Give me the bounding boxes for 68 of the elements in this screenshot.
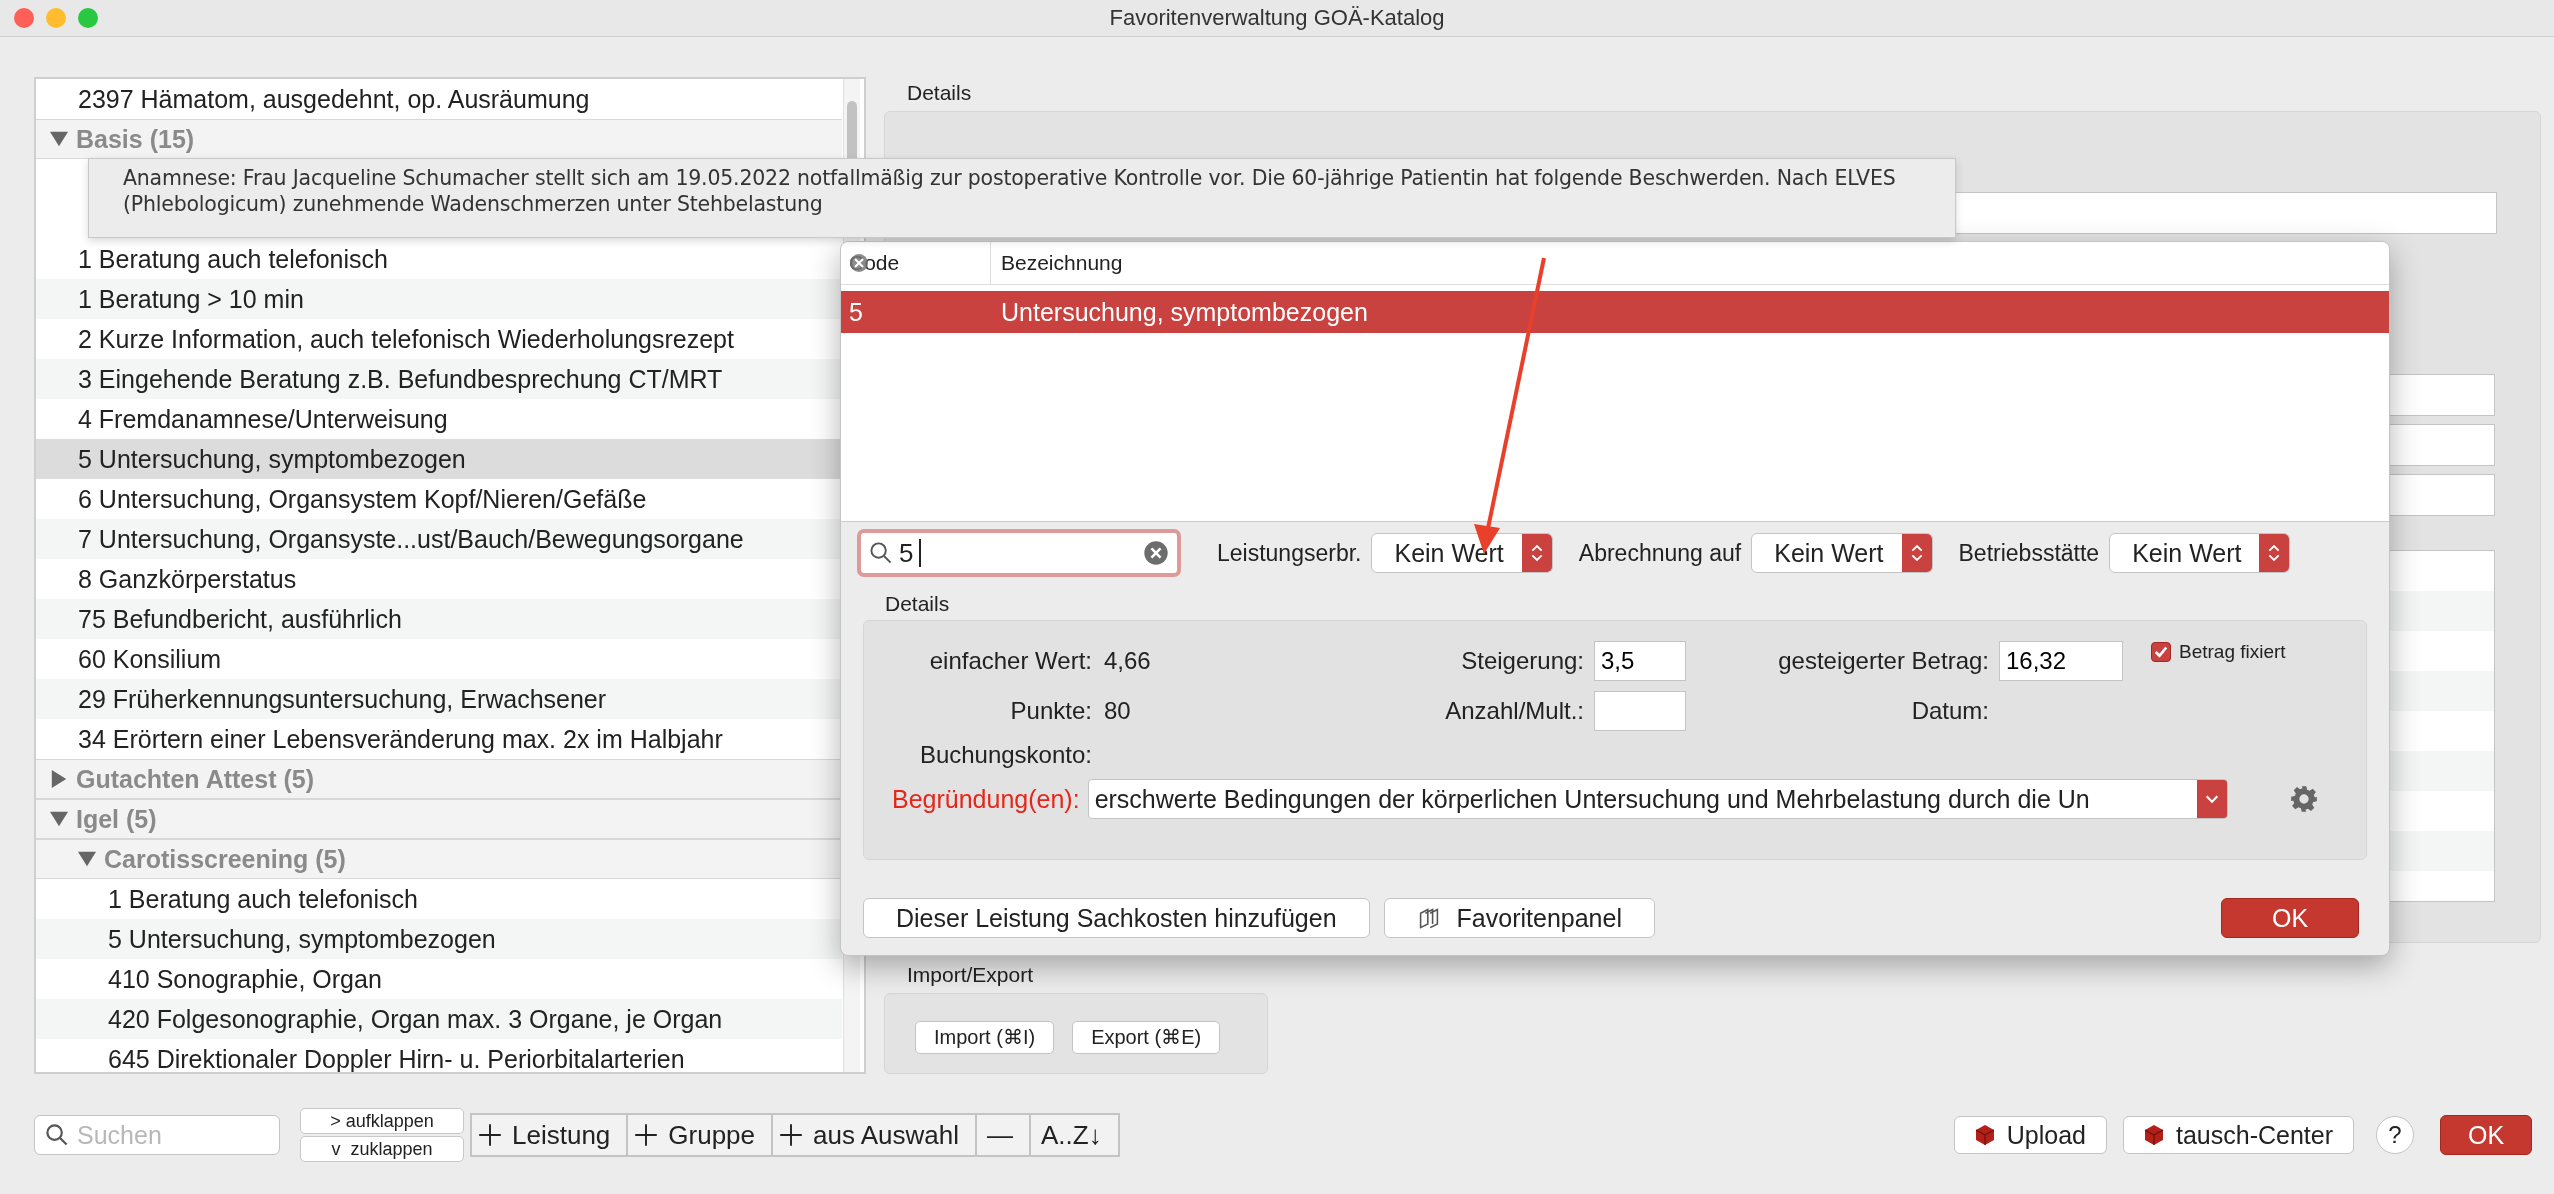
list-item[interactable]: 75 Befundbericht, ausführlich [36, 599, 842, 639]
list-item[interactable]: 5 Untersuchung, symptombezogen [36, 439, 842, 479]
field-value: 80 [1103, 697, 1131, 725]
footer-button[interactable]: tausch-Center [2122, 1116, 2354, 1154]
ok-button[interactable]: OK [2221, 898, 2359, 938]
tooltip-text: (Phlebologicum) zunehmende Wadenschmerzen unter Stehbelastung [123, 192, 823, 216]
list-item[interactable]: 3 Eingehende Beratung z.B. Befundbesprechung CT/MRT [36, 359, 842, 399]
field-label: Anzahl/Mult.: [1445, 697, 1585, 725]
list-item[interactable]: 5 Untersuchung, symptombezogen [36, 919, 842, 959]
input-field[interactable]: 3,5 [1594, 641, 1686, 681]
help-button[interactable]: ? [2376, 1116, 2414, 1154]
toolbar-button[interactable]: Leistung [472, 1115, 629, 1155]
expanded-triangle-icon[interactable] [50, 130, 68, 148]
ok-button[interactable]: OK [2440, 1115, 2532, 1155]
plus-icon [634, 1123, 659, 1147]
list-item[interactable]: 420 Folgesonographie, Organ max. 3 Organe, je Organ [36, 999, 842, 1039]
field-label: Begründung(en): [892, 784, 1080, 814]
toolbar-button[interactable]: aus Auswahl [773, 1115, 978, 1155]
footer-button[interactable]: Upload [1953, 1116, 2107, 1154]
search-field[interactable]: 5 [857, 529, 1181, 577]
collapsed-triangle-icon[interactable] [50, 770, 68, 788]
input-field[interactable]: 16,32 [1999, 641, 2123, 681]
checkbox[interactable] [2151, 642, 2171, 662]
filter-label: Betriebsstätte [1958, 539, 2100, 567]
list-item[interactable]: 1 Beratung > 10 min [36, 279, 842, 319]
import-export-button[interactable]: Import (⌘I) [915, 1020, 1055, 1054]
tooltip-text: Anamnese: Frau Jacqueline Schumacher stellt sich am 19.05.2022 notfallmäßig zur postoperative Kontrolle vor. Die 60-jährige Patientin hat folgende Beschwerden. Nach ELVES [123, 166, 1896, 190]
result-row[interactable]: 5 Untersuchung, symptombezogen [841, 291, 2389, 333]
search-icon [869, 541, 893, 565]
window-title: Favoritenverwaltung GOÄ-Katalog [1109, 5, 1445, 31]
list-item[interactable]: 7 Untersuchung, Organsyste...ust/Bauch/Bewegungsorgane [36, 519, 842, 559]
cube-icon [1974, 1124, 1995, 1146]
clear-icon[interactable] [1143, 540, 1169, 566]
list-item[interactable]: 29 Früherkennungsuntersuchung, Erwachsener [36, 679, 842, 719]
section-title: Import/Export [907, 962, 1035, 987]
section-title: Details [885, 592, 950, 616]
field-label: einfacher Wert: [929, 647, 1093, 675]
field-label: Punkte: [1010, 697, 1093, 725]
field-label: Buchungskonto: [919, 741, 1093, 769]
expanded-triangle-icon[interactable] [50, 810, 68, 828]
plus-icon [779, 1123, 804, 1147]
filter-label: Leistungserbr. [1217, 539, 1362, 567]
section-title: Details [907, 81, 973, 105]
input-field[interactable] [1594, 691, 1686, 731]
checkbox-label: Betrag fixiert [2179, 641, 2286, 663]
settings-icon[interactable] [2289, 785, 2318, 813]
import-export-button[interactable]: Export (⌘E) [1072, 1020, 1221, 1054]
plus-icon [478, 1123, 502, 1147]
popup-button[interactable]: Kein Wert [2109, 533, 2291, 573]
dropdown[interactable]: erschwerte Bedingungen der körperlichen Untersuchung und Mehrbelastung durch die Un [1087, 779, 2228, 819]
add-costs-button[interactable]: Dieser Leistung Sachkosten hinzufügen [863, 898, 1370, 938]
search-icon [45, 1123, 69, 1147]
field-label: Datum: [1911, 697, 1990, 725]
expand-collapse-button[interactable]: > aufklappen [300, 1108, 464, 1134]
field-label: Steigerung: [1461, 647, 1585, 675]
expand-collapse-button[interactable]: v zuklappen [300, 1136, 464, 1162]
popup-button[interactable]: Kein Wert [1371, 533, 1553, 573]
expanded-triangle-icon[interactable] [78, 850, 96, 868]
popup-button[interactable]: Kein Wert [1751, 533, 1933, 573]
field-value: 4,66 [1103, 647, 1151, 675]
toolbar-button[interactable]: — [977, 1115, 1032, 1155]
filter-label: Abrechnung auf [1578, 539, 1742, 567]
cube-icon [2143, 1124, 2164, 1146]
column-header[interactable]: Bezeichnung [991, 251, 1123, 275]
field-label: gesteigerter Betrag: [1778, 647, 1990, 675]
toolbar-button[interactable]: Gruppe [628, 1115, 774, 1155]
toolbar-button[interactable]: A..Z↓ [1031, 1115, 1118, 1155]
favorites-panel-button[interactable]: Favoritenpanel [1383, 898, 1655, 938]
